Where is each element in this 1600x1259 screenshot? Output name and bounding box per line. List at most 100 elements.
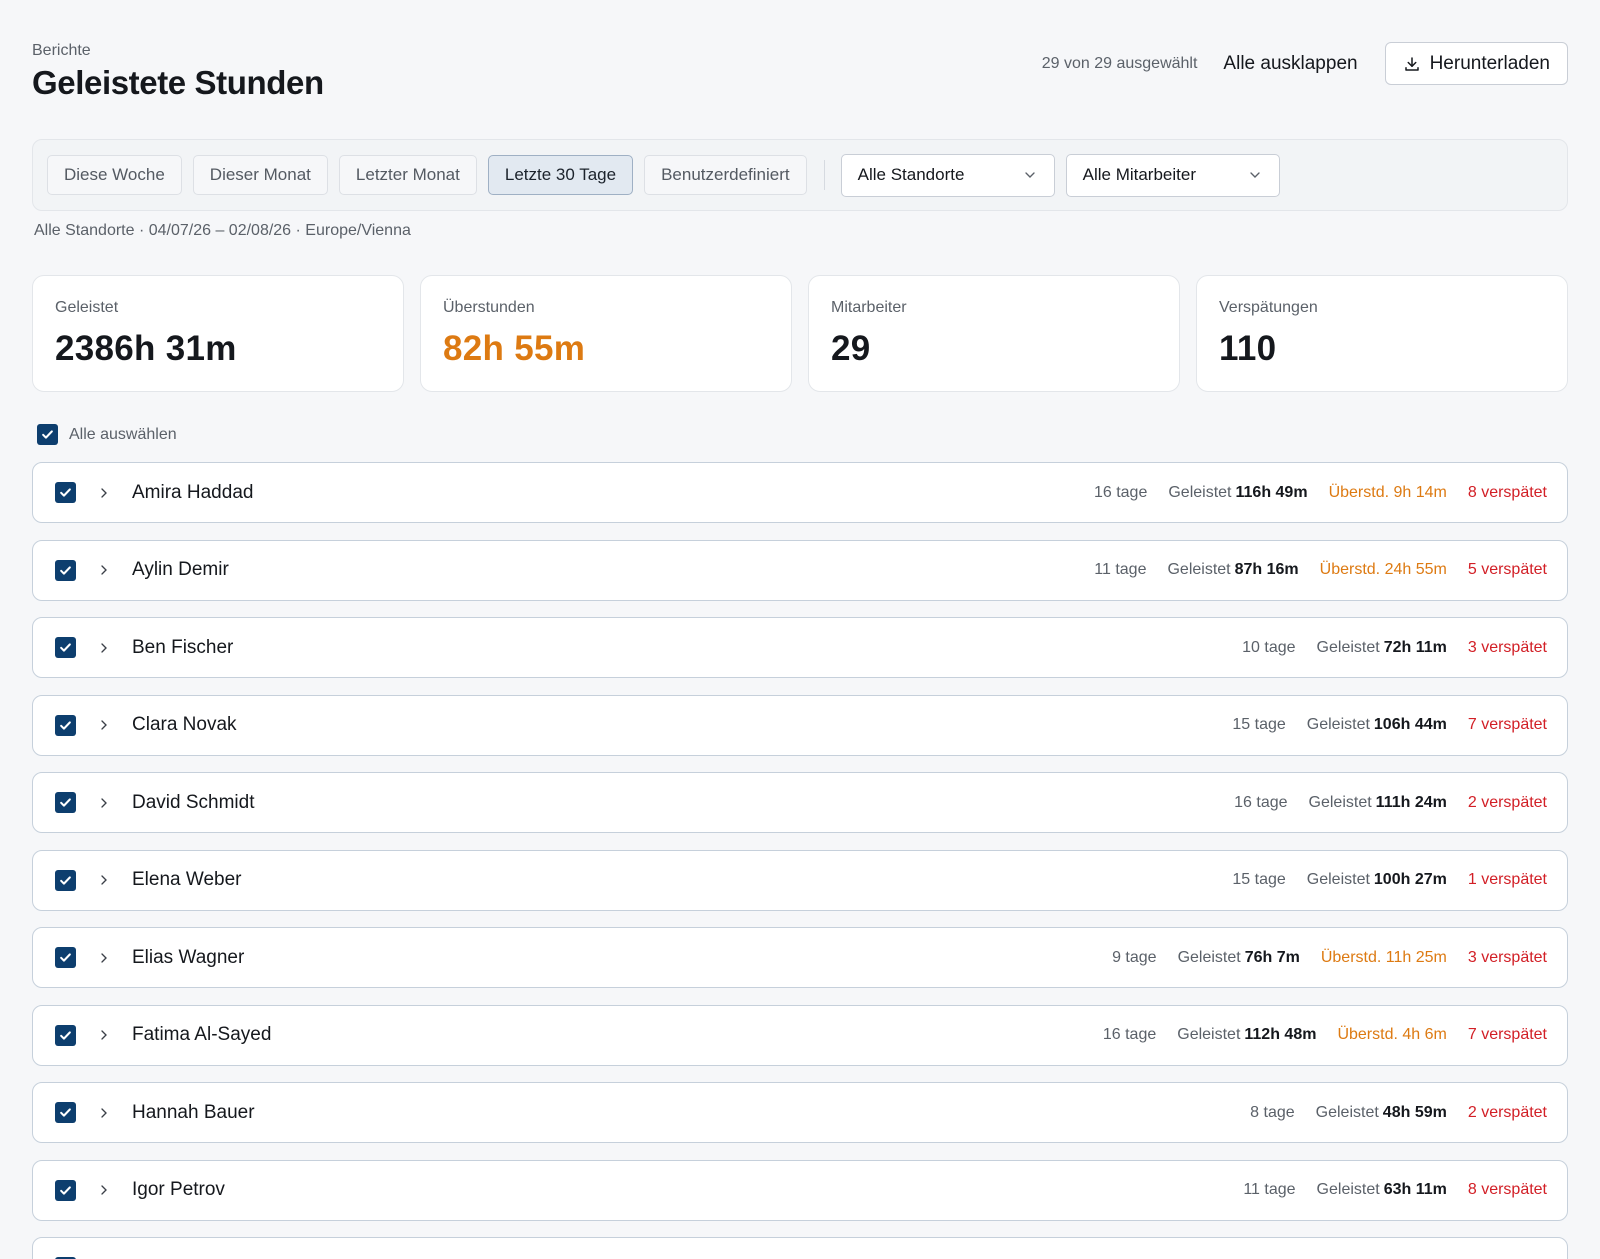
check-icon (60, 1108, 71, 1117)
filter-divider (823, 160, 825, 190)
employee-name: Igor Petrov (132, 1179, 225, 1200)
late-count: 3 verspätet (1467, 638, 1547, 656)
overtime-value: Überstd. 24h 55m (1319, 561, 1447, 578)
employee-row[interactable]: Ben Fischer 10 tage Geleistet 72h 11m 3 … (32, 617, 1568, 678)
stat-card-employees: Mitarbeiter 29 (808, 275, 1180, 392)
chip-this-month[interactable]: Dieser Monat (192, 155, 328, 195)
employee-select-value: Alle Mitarbeiter (1082, 165, 1196, 184)
days-count: 11 tage (1243, 1181, 1296, 1198)
expand-row-button[interactable] (94, 1180, 114, 1200)
worked-value: 100h 27m (1373, 871, 1447, 888)
employee-row[interactable]: David Schmidt 16 tage Geleistet 111h 24m… (32, 772, 1568, 833)
expand-row-button[interactable] (94, 1103, 114, 1123)
worked-label: Geleistet (1177, 1026, 1241, 1043)
expand-row-button[interactable] (94, 483, 114, 503)
employee-row[interactable]: Hannah Bauer 8 tage Geleistet 48h 59m 2 … (32, 1082, 1568, 1143)
employee-row[interactable]: Amira Haddad 16 tage Geleistet 116h 49m … (32, 462, 1568, 523)
stats-row: Geleistet 2386h 31m Überstunden 82h 55m … (32, 275, 1568, 392)
days-count: 9 tage (1112, 948, 1157, 966)
check-icon (60, 1185, 71, 1195)
employee-name: Elena Weber (132, 869, 242, 890)
check-icon (60, 720, 71, 730)
employee-select[interactable]: Alle Mitarbeiter (1065, 153, 1280, 197)
row-checkbox[interactable] (55, 714, 76, 736)
worked-label: Geleistet (1306, 871, 1370, 888)
worked-label: Geleistet (1316, 638, 1380, 656)
row-meta: 15 tage Geleistet 100h 27m 1 verspätet (1232, 871, 1547, 889)
stat-label: Verspätungen (1219, 299, 1318, 316)
stat-value: 2386h 31m (55, 329, 237, 368)
chip-last-30-days[interactable]: Letzte 30 Tage (487, 155, 634, 195)
expand-row-button[interactable] (94, 1025, 114, 1045)
employee-row[interactable]: Fatima Al-Sayed 16 tage Geleistet 112h 4… (32, 1004, 1568, 1066)
expand-row-button[interactable] (94, 870, 114, 890)
days-count: 11 tage (1094, 561, 1147, 578)
stat-card-overtime: Überstunden 82h 55m (420, 275, 792, 392)
expand-all-button[interactable]: Alle ausklappen (1223, 53, 1357, 75)
late-count: 8 verspätet (1467, 483, 1547, 501)
worked-label: Geleistet (1306, 716, 1370, 733)
employee-row[interactable] (32, 1237, 1568, 1259)
stat-label: Mitarbeiter (831, 299, 907, 316)
row-checkbox[interactable] (55, 1179, 76, 1201)
row-checkbox[interactable] (55, 1102, 76, 1123)
expand-row-button[interactable] (94, 560, 114, 580)
worked-value: 106h 44m (1373, 716, 1447, 733)
check-icon (60, 953, 71, 962)
employee-name: Clara Novak (132, 714, 237, 735)
row-meta: 16 tage Geleistet 116h 49m Überstd. 9h 1… (1094, 484, 1547, 502)
late-count: 2 verspätet (1467, 1103, 1547, 1121)
row-checkbox[interactable] (55, 869, 76, 891)
employee-row[interactable]: Aylin Demir 11 tage Geleistet 87h 16m Üb… (32, 539, 1568, 601)
worked-label: Geleistet (1308, 793, 1372, 811)
expand-row-button[interactable] (94, 793, 114, 813)
stat-label: Geleistet (55, 299, 119, 316)
overtime-value: Überstd. 4h 6m (1337, 1026, 1447, 1043)
chevron-right-icon (101, 875, 107, 885)
check-icon (60, 565, 71, 575)
employee-row[interactable]: Elias Wagner 9 tage Geleistet 76h 7m Übe… (32, 927, 1568, 988)
row-checkbox[interactable] (55, 637, 76, 658)
chip-this-week[interactable]: Diese Woche (47, 155, 182, 195)
worked-value: 63h 11m (1383, 1181, 1447, 1198)
row-meta: 16 tage Geleistet 111h 24m 2 verspätet (1234, 794, 1547, 812)
row-meta: 16 tage Geleistet 112h 48m Überstd. 4h 6… (1103, 1026, 1547, 1044)
check-icon (60, 643, 71, 652)
expand-row-button[interactable] (94, 638, 114, 658)
select-all-checkbox[interactable] (37, 424, 58, 445)
worked-value: 76h 7m (1244, 948, 1300, 966)
employee-name: Ben Fischer (132, 636, 234, 658)
chevron-right-icon (101, 487, 107, 498)
days-count: 16 tage (1093, 483, 1148, 501)
stat-label: Überstunden (443, 299, 535, 316)
stat-value: 110 (1219, 329, 1277, 368)
chevron-right-icon (101, 720, 107, 730)
expand-row-button[interactable] (94, 948, 114, 968)
employee-name: Hannah Bauer (132, 1101, 255, 1123)
row-meta: 11 tage Geleistet 87h 16m Überstd. 24h 5… (1094, 561, 1547, 579)
row-checkbox[interactable] (55, 1024, 76, 1046)
worked-value: 116h 49m (1235, 483, 1308, 501)
location-select[interactable]: Alle Standorte (840, 153, 1055, 197)
row-checkbox[interactable] (55, 482, 76, 503)
chip-custom[interactable]: Benutzerdefiniert (644, 155, 807, 195)
row-checkbox[interactable] (55, 947, 76, 968)
employee-row[interactable]: Igor Petrov 11 tage Geleistet 63h 11m 8 … (32, 1159, 1568, 1221)
download-button[interactable]: Herunterladen (1384, 42, 1568, 85)
row-checkbox[interactable] (55, 559, 76, 581)
check-icon (60, 488, 71, 497)
worked-label: Geleistet (1168, 483, 1232, 501)
chip-last-month[interactable]: Letzter Monat (338, 155, 477, 195)
check-icon (60, 1030, 71, 1040)
worked-value: 87h 16m (1234, 561, 1299, 578)
chevron-right-icon (101, 1185, 107, 1195)
check-icon (42, 430, 53, 439)
stat-card-worked: Geleistet 2386h 31m (32, 275, 404, 392)
late-count: 3 verspätet (1467, 948, 1547, 966)
report-scope: Alle Standorte · 04/07/26 – 02/08/26 · E… (34, 222, 411, 239)
employee-row[interactable]: Clara Novak 15 tage Geleistet 106h 44m 7… (32, 694, 1568, 756)
employee-row[interactable]: Elena Weber 15 tage Geleistet 100h 27m 1… (32, 849, 1568, 911)
row-checkbox[interactable] (55, 792, 76, 813)
late-count: 5 verspätet (1467, 561, 1547, 578)
expand-row-button[interactable] (94, 715, 114, 735)
